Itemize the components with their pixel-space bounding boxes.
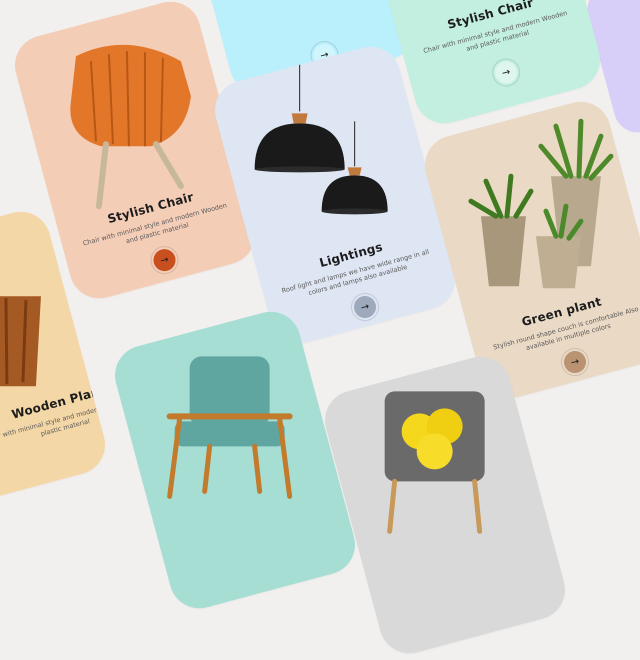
- card-arrow-button[interactable]: →: [147, 242, 182, 278]
- card-armchair[interactable]: [108, 305, 362, 615]
- card-knot-chair[interactable]: [318, 350, 572, 660]
- card-arrow-button[interactable]: →: [557, 344, 593, 380]
- orange-chair-image: [70, 44, 191, 210]
- card-arrow-button[interactable]: →: [347, 289, 383, 325]
- app-showcase: → Stylish Chair Chair with minimal style…: [0, 0, 640, 660]
- card-green-plant[interactable]: Green plant Stylish round shape couch is…: [418, 95, 640, 405]
- card-arrow-button[interactable]: →: [488, 55, 524, 90]
